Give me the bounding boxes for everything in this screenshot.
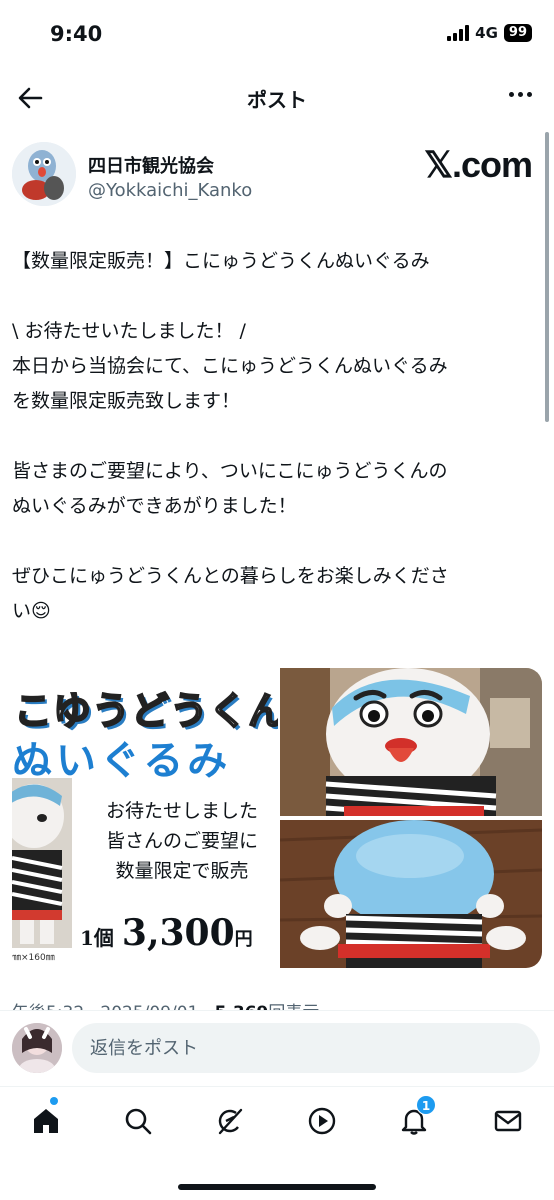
post-line: 【数量限定販売！】こにゅうどうくんぬいぐるみ (12, 250, 430, 272)
post-line: 本日から当協会にて、こにゅうどうくんぬいぐるみ (12, 355, 448, 377)
status-bar: 9:40 4G 99 (0, 0, 554, 70)
flyer-title: こゆうどうくん (13, 688, 278, 734)
reply-bar (0, 1010, 554, 1086)
flyer-text: お待たせしました 皆さんのご要望に 数量限定で販売 (82, 796, 278, 886)
home-indicator (178, 1184, 376, 1190)
bottom-tab-bar: 1 (0, 1086, 554, 1200)
status-time: 9:40 (50, 22, 103, 46)
battery-icon: 99 (503, 24, 532, 42)
post-line: ぬいぐるみができあがりました！ (12, 495, 297, 517)
tab-grok[interactable] (210, 1101, 250, 1141)
price-count: 1個 (80, 926, 114, 950)
signal-icon (447, 25, 470, 41)
reply-input[interactable] (72, 1023, 540, 1073)
more-options-icon[interactable] (509, 92, 532, 97)
flyer-text-line: 数量限定で販売 (115, 860, 249, 882)
x-com-watermark: 𝕏.com (423, 144, 533, 185)
flyer-image[interactable]: こゆうどうくん ぬいぐるみ お待たせしました 皆さんのご要望に 数量限定で販売 … (12, 668, 278, 968)
home-unread-dot (50, 1097, 58, 1105)
scrollbar[interactable] (545, 132, 549, 422)
post-line: い😌 (12, 600, 51, 622)
user-avatar[interactable] (12, 1023, 62, 1073)
post-line: 皆さまのご要望により、ついにこにゅうどうくんの (12, 460, 448, 482)
post-line: ぜひこにゅうどうくんとの暮らしをお楽しみくださ (12, 565, 449, 587)
network-label: 4G (475, 24, 498, 42)
post-header: ポスト (0, 72, 554, 124)
post-media[interactable]: こゆうどうくん ぬいぐるみ お待たせしました 皆さんのご要望に 数量限定で販売 … (12, 668, 542, 968)
grok-icon (218, 1108, 243, 1135)
author-avatar[interactable] (12, 142, 76, 206)
price-unit: 円 (234, 929, 253, 950)
price-value: 3,300 (121, 912, 235, 954)
plush-back-photo[interactable] (280, 820, 542, 968)
home-icon (34, 1109, 58, 1133)
flyer-mascot-photo (12, 778, 72, 948)
tab-video[interactable] (302, 1101, 342, 1141)
post-author: 四日市観光協会 @Yokkaichi_Kanko 𝕏.com (12, 142, 542, 212)
flyer-price: 1個 3,300円 (80, 912, 253, 954)
author-name[interactable]: 四日市観光協会 (88, 152, 214, 178)
post-line: \ お待たせいたしました！ / (12, 320, 246, 342)
tab-home[interactable] (26, 1097, 66, 1141)
post-body: 【数量限定販売！】こにゅうどうくんぬいぐるみ \ お待たせいたしました！ / 本… (12, 244, 544, 629)
status-icons: 4G 99 (447, 24, 532, 42)
tab-notifications[interactable]: 1 (394, 1095, 436, 1141)
search-icon (125, 1108, 152, 1135)
flyer-text-line: お待たせしました (105, 800, 258, 822)
mail-icon (494, 1110, 522, 1132)
mascot-avatar-icon (12, 142, 76, 206)
flyer-size: ㎜×160㎜ (12, 953, 55, 963)
plush-face-photo[interactable] (280, 668, 542, 816)
notification-badge: 1 (416, 1095, 436, 1115)
page-title: ポスト (247, 88, 307, 112)
flyer-text-line: 皆さんのご要望に (105, 830, 258, 852)
play-circle-icon (308, 1107, 336, 1135)
tab-messages[interactable] (488, 1101, 528, 1141)
tab-search[interactable] (118, 1101, 158, 1141)
post-line: を数量限定販売致します！ (12, 390, 241, 412)
author-handle[interactable]: @Yokkaichi_Kanko (88, 180, 252, 201)
